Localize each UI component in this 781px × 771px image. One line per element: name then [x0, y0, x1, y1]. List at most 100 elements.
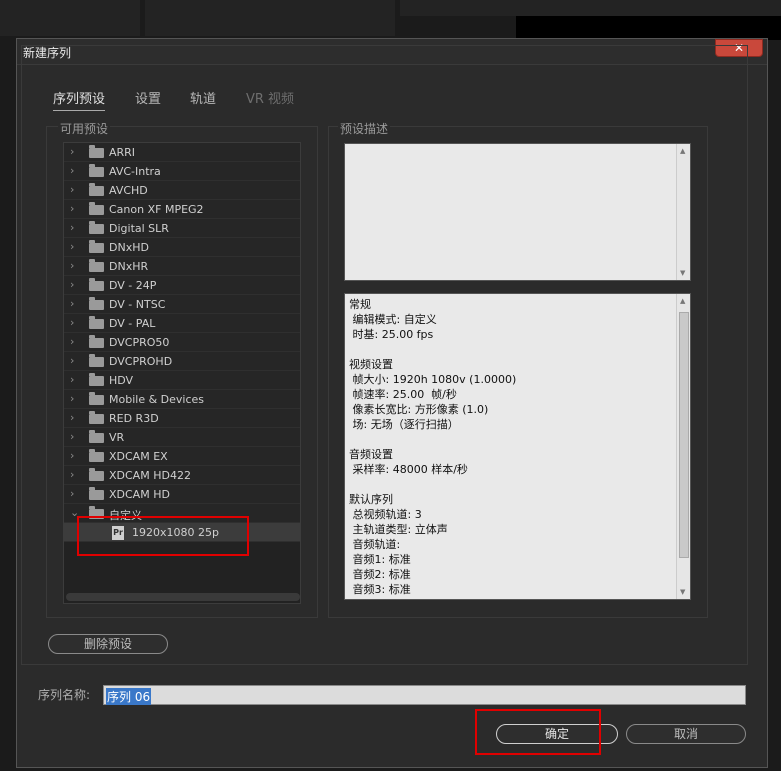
tree-folder-row[interactable]: › DVCPRO50 [64, 333, 300, 352]
tree-folder-label: DV - PAL [109, 317, 156, 330]
tree-folder-label: Mobile & Devices [109, 393, 205, 406]
preset-info-line: 默认序列 [349, 493, 393, 506]
chevron-right-icon[interactable]: › [70, 202, 74, 215]
tree-folder-row[interactable]: › DV - 24P [64, 276, 300, 295]
scroll-down-icon[interactable]: ▼ [680, 269, 685, 277]
background-panel-black [516, 16, 781, 40]
folder-icon [89, 430, 104, 443]
tree-folder-row[interactable]: › Mobile & Devices [64, 390, 300, 409]
preset-info-line: 音频设置 [349, 448, 393, 461]
chevron-right-icon[interactable]: › [70, 411, 74, 424]
scroll-thumb[interactable] [679, 312, 689, 558]
tree-folder-row[interactable]: › DV - PAL [64, 314, 300, 333]
folder-icon [89, 449, 104, 462]
tree-horizontal-scrollbar[interactable] [66, 593, 300, 601]
scroll-up-icon[interactable]: ▲ [680, 297, 685, 305]
chevron-right-icon[interactable]: › [70, 316, 74, 329]
tree-folder-row[interactable]: › XDCAM EX [64, 447, 300, 466]
chevron-right-icon[interactable]: › [70, 183, 74, 196]
background-panel-right [400, 0, 781, 16]
chevron-right-icon[interactable]: › [70, 145, 74, 158]
sequence-name-input[interactable]: 序列 06 [103, 685, 746, 705]
chevron-right-icon[interactable]: › [70, 221, 74, 234]
background-panel-left [0, 0, 140, 36]
folder-icon [89, 392, 104, 405]
tree-folder-row[interactable]: › Digital SLR [64, 219, 300, 238]
chevron-right-icon[interactable]: › [70, 164, 74, 177]
tab-sequence-presets[interactable]: 序列预设 [53, 88, 106, 111]
tree-folder-label: RED R3D [109, 412, 159, 425]
preset-info-line: 音频1: 标准 [349, 553, 411, 566]
cancel-button[interactable]: 取消 [626, 724, 746, 744]
tree-folder-row[interactable]: › XDCAM HD [64, 485, 300, 504]
scroll-up-icon[interactable]: ▲ [680, 147, 685, 155]
tree-folder-row[interactable]: › XDCAM HD422 [64, 466, 300, 485]
preset-description-textarea[interactable]: ▲ ▼ [344, 143, 691, 281]
chevron-right-icon[interactable]: › [70, 373, 74, 386]
chevron-right-icon[interactable]: › [70, 259, 74, 272]
tree-folder-row[interactable]: › VR [64, 428, 300, 447]
tab-settings[interactable]: 设置 [135, 88, 161, 107]
tree-folder-label: DNxHR [109, 260, 149, 273]
tree-folder-row[interactable]: › DV - NTSC [64, 295, 300, 314]
preset-info-line: 音频2: 标准 [349, 568, 411, 581]
tree-folder-label: HDV [109, 374, 134, 387]
highlight-ok [475, 709, 601, 755]
highlight-preset [77, 516, 249, 556]
chevron-right-icon[interactable]: › [70, 278, 74, 291]
chevron-right-icon[interactable]: › [70, 468, 74, 481]
folder-icon [89, 468, 104, 481]
tree-folder-row[interactable]: › HDV [64, 371, 300, 390]
tree-folder-row[interactable]: › Canon XF MPEG2 [64, 200, 300, 219]
folder-icon [89, 411, 104, 424]
chevron-right-icon[interactable]: › [70, 297, 74, 310]
tree-folder-row[interactable]: › AVCHD [64, 181, 300, 200]
folder-icon [89, 278, 104, 291]
scroll-down-icon[interactable]: ▼ [680, 588, 685, 596]
tree-folder-row[interactable]: › DNxHD [64, 238, 300, 257]
preset-info-line: 视频设置 [349, 358, 393, 371]
tree-folder-row[interactable]: › DNxHR [64, 257, 300, 276]
chevron-right-icon[interactable]: › [70, 430, 74, 443]
chevron-right-icon[interactable]: › [70, 354, 74, 367]
folder-icon [89, 259, 104, 272]
tree-folder-row[interactable]: › AVC-Intra [64, 162, 300, 181]
chevron-right-icon[interactable]: › [70, 449, 74, 462]
delete-preset-button[interactable]: 删除预设 [48, 634, 168, 654]
preset-description-heading: 预设描述 [338, 120, 391, 137]
folder-icon [89, 316, 104, 329]
preset-info-line: 帧大小: 1920h 1080v (1.0000) [349, 373, 517, 386]
folder-icon [89, 240, 104, 253]
chevron-right-icon[interactable]: › [70, 487, 74, 500]
sequence-name-value: 序列 06 [106, 688, 152, 705]
preset-info-line: 常规 [349, 298, 371, 311]
tree-folder-row[interactable]: › ARRI [64, 143, 300, 162]
folder-icon [89, 354, 104, 367]
tree-folder-label: AVCHD [109, 184, 148, 197]
info-scrollbar[interactable]: ▲ ▼ [676, 294, 690, 599]
preset-info-line: 像素长宽比: 方形像素 (1.0) [349, 403, 489, 416]
folder-icon [89, 221, 104, 234]
tree-folder-label: ARRI [109, 146, 136, 159]
tree-folder-row[interactable]: › DVCPROHD [64, 352, 300, 371]
preset-info-line: 采样率: 48000 样本/秒 [349, 463, 468, 476]
chevron-right-icon[interactable]: › [70, 335, 74, 348]
chevron-right-icon[interactable]: › [70, 240, 74, 253]
tree-folder-label: DVCPRO50 [109, 336, 170, 349]
tree-folder-label: Digital SLR [109, 222, 169, 235]
folder-icon [89, 487, 104, 500]
description-scrollbar[interactable]: ▲ ▼ [676, 144, 690, 280]
tree-folder-row[interactable]: › RED R3D [64, 409, 300, 428]
folder-icon [89, 164, 104, 177]
preset-info-line: 主轨道类型: 立体声 [349, 523, 448, 536]
available-presets-heading: 可用预设 [58, 120, 111, 137]
preset-info-textarea[interactable]: 常规 编辑模式: 自定义 时基: 25.00 fps 视频设置 帧大小: 1920… [344, 293, 691, 600]
tree-folder-label: DV - 24P [109, 279, 157, 292]
preset-info-line: 帧速率: 25.00 帧/秒 [349, 388, 457, 401]
tree-folder-label: Canon XF MPEG2 [109, 203, 204, 216]
folder-icon [89, 183, 104, 196]
chevron-right-icon[interactable]: › [70, 392, 74, 405]
tab-tracks[interactable]: 轨道 [190, 88, 216, 107]
tab-vr-video[interactable]: VR 视频 [246, 88, 294, 107]
tree-folder-label: AVC-Intra [109, 165, 161, 178]
